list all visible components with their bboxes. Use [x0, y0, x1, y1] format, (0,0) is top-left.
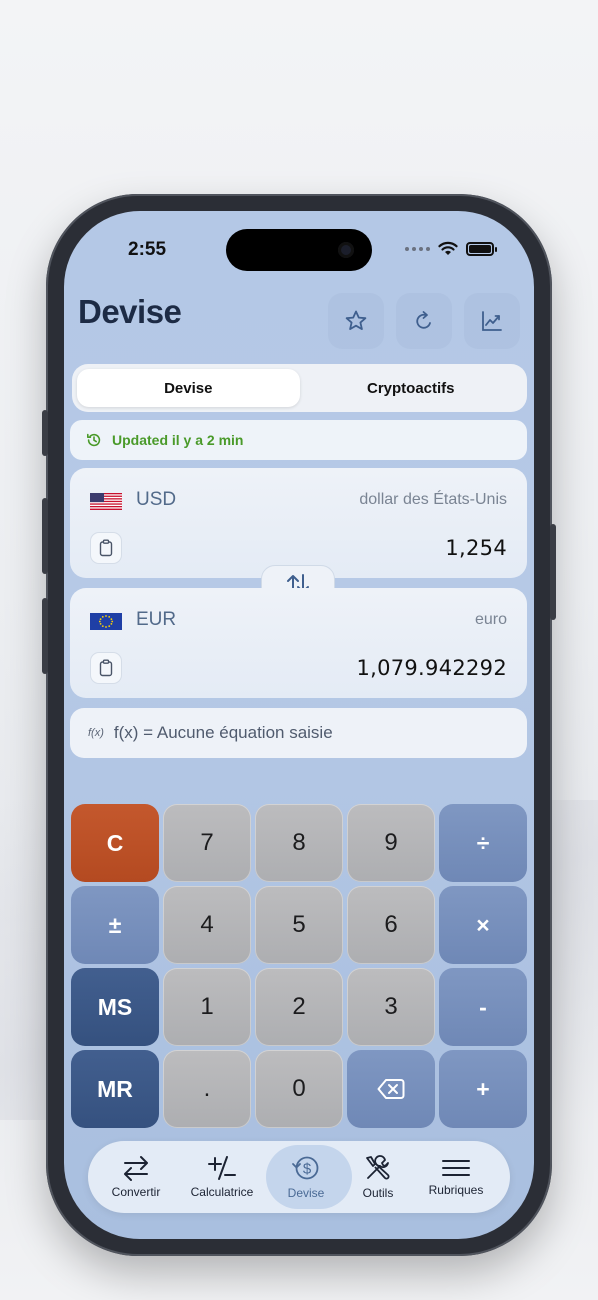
- key-backspace[interactable]: [347, 1050, 435, 1128]
- segment-devise[interactable]: Devise: [77, 369, 300, 407]
- key-6[interactable]: 6: [347, 886, 435, 964]
- key-2[interactable]: 2: [255, 968, 343, 1046]
- updated-text: Updated il y a 2 min: [112, 432, 244, 448]
- key-multiply[interactable]: ×: [439, 886, 527, 964]
- equation-text: f(x) = Aucune équation saisie: [113, 723, 333, 742]
- tab-bar: Convertir Calculatrice $ Devise Outils R…: [88, 1141, 510, 1213]
- function-icon: f(x): [88, 727, 104, 739]
- side-button-volume-up: [42, 498, 48, 574]
- tab-label: Outils: [362, 1186, 394, 1200]
- svg-text:$: $: [303, 1161, 312, 1178]
- side-button-volume-down: [42, 598, 48, 674]
- plus-minus-icon: [208, 1156, 236, 1180]
- key-clear[interactable]: C: [71, 804, 159, 882]
- to-amount: 1,079.942292: [356, 656, 507, 680]
- from-currency-name: dollar des États-Unis: [359, 491, 507, 508]
- key-0[interactable]: 0: [255, 1050, 343, 1128]
- key-7[interactable]: 7: [163, 804, 251, 882]
- wifi-icon: [438, 241, 458, 255]
- key-divide[interactable]: ÷: [439, 804, 527, 882]
- refresh-icon: [416, 311, 431, 329]
- tab-outils[interactable]: Outils: [336, 1141, 420, 1213]
- tab-calculatrice[interactable]: Calculatrice: [180, 1141, 264, 1213]
- convert-arrows-icon: [124, 1156, 148, 1181]
- app-screen: 2:55 Devise Devise Cryptoactifs Updated …: [64, 211, 534, 1239]
- signal-dots-icon: [405, 246, 430, 251]
- favorite-button[interactable]: [328, 293, 384, 349]
- key-memory-store[interactable]: MS: [71, 968, 159, 1046]
- tab-label: Rubriques: [428, 1183, 484, 1197]
- clipboard-icon: [99, 539, 113, 557]
- tab-convertir[interactable]: Convertir: [94, 1141, 178, 1213]
- key-3[interactable]: 3: [347, 968, 435, 1046]
- menu-lines-icon: [442, 1160, 470, 1176]
- clipboard-icon: [99, 659, 113, 677]
- backspace-icon: [377, 1079, 405, 1099]
- chart-icon: [482, 311, 502, 331]
- key-add[interactable]: +: [439, 1050, 527, 1128]
- key-1[interactable]: 1: [163, 968, 251, 1046]
- battery-icon: [466, 241, 497, 256]
- dynamic-island: [226, 229, 372, 271]
- tab-rubriques[interactable]: Rubriques: [414, 1141, 498, 1213]
- eu-flag-icon: [90, 613, 122, 630]
- from-amount[interactable]: 1,254: [445, 536, 507, 560]
- key-4[interactable]: 4: [163, 886, 251, 964]
- tab-label: Calculatrice: [190, 1185, 254, 1199]
- chart-button[interactable]: [464, 293, 520, 349]
- star-icon: [345, 310, 367, 330]
- key-subtract[interactable]: -: [439, 968, 527, 1046]
- from-currency-code: USD: [136, 489, 177, 510]
- status-icons: [405, 241, 497, 256]
- segmented-control: Devise Cryptoactifs: [72, 364, 527, 412]
- updated-banner: Updated il y a 2 min: [70, 420, 527, 460]
- to-clipboard-button[interactable]: [90, 652, 122, 684]
- tab-label: Devise: [287, 1186, 325, 1200]
- us-flag-icon: [90, 493, 122, 510]
- currency-refresh-icon: $: [292, 1156, 319, 1180]
- status-time: 2:55: [128, 239, 167, 260]
- tools-icon: [366, 1155, 390, 1180]
- side-button-action: [42, 410, 48, 456]
- currency-card-from[interactable]: USD dollar des États-Unis 1,254: [70, 468, 527, 578]
- key-plus-minus[interactable]: ±: [71, 886, 159, 964]
- key-8[interactable]: 8: [255, 804, 343, 882]
- tab-label: Convertir: [111, 1185, 161, 1199]
- page-title: Devise: [78, 293, 182, 330]
- equation-field[interactable]: f(x) f(x) = Aucune équation saisie: [70, 708, 527, 758]
- side-button-power: [550, 524, 556, 620]
- refresh-button[interactable]: [396, 293, 452, 349]
- segment-cryptoactifs[interactable]: Cryptoactifs: [300, 369, 523, 407]
- key-5[interactable]: 5: [255, 886, 343, 964]
- key-decimal[interactable]: .: [163, 1050, 251, 1128]
- currency-card-to[interactable]: EUR euro 1,079.942292: [70, 588, 527, 698]
- to-currency-code: EUR: [136, 609, 177, 630]
- history-icon: [87, 433, 101, 447]
- key-memory-recall[interactable]: MR: [71, 1050, 159, 1128]
- from-clipboard-button[interactable]: [90, 532, 122, 564]
- key-9[interactable]: 9: [347, 804, 435, 882]
- to-currency-name: euro: [474, 611, 507, 628]
